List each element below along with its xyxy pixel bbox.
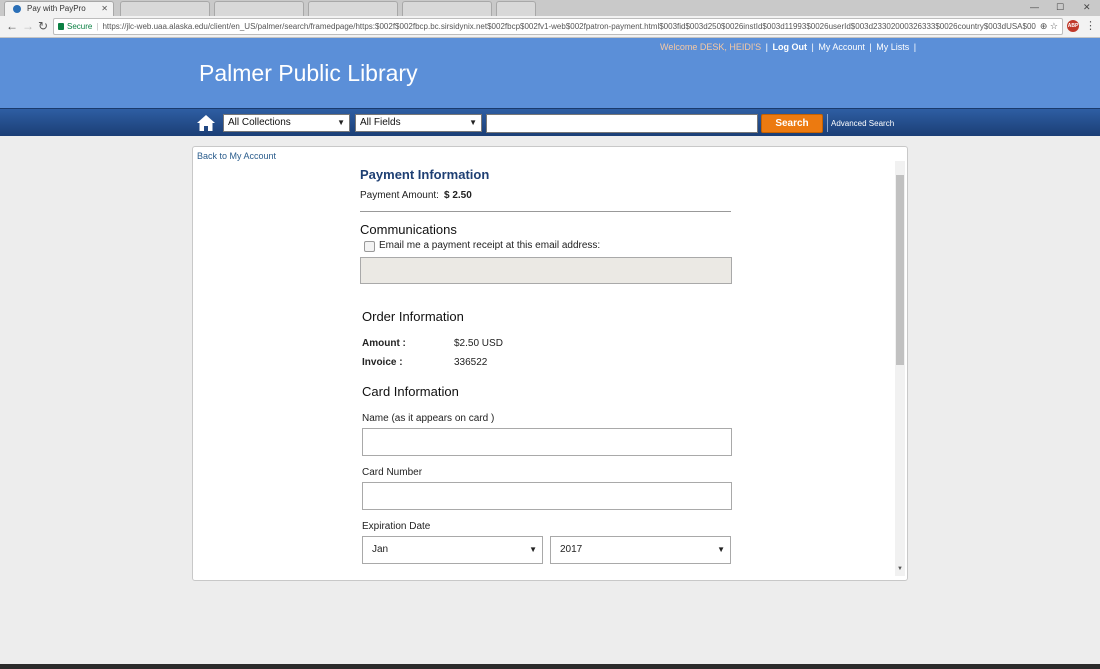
amount-value: $2.50 USD [454, 338, 503, 349]
order-information-heading: Order Information [362, 309, 464, 324]
email-field[interactable] [360, 257, 732, 284]
field-select[interactable]: All Fields ▼ [355, 114, 482, 132]
email-receipt-label[interactable]: Email me a payment receipt at this email… [379, 240, 600, 251]
user-links: Welcome DESK, HEIDI'S | Log Out | My Acc… [660, 42, 918, 52]
card-information-heading: Card Information [362, 384, 459, 399]
chevron-down-icon: ▼ [529, 545, 537, 554]
browser-tab[interactable] [308, 1, 398, 16]
browser-tab[interactable] [402, 1, 492, 16]
lock-icon [58, 23, 64, 30]
maximize-icon[interactable]: ☐ [1056, 0, 1064, 14]
my-account-link[interactable]: My Account [818, 42, 865, 52]
email-receipt-checkbox[interactable] [364, 241, 375, 252]
window-close-icon[interactable]: ✕ [1083, 0, 1091, 14]
expiration-year-value: 2017 [560, 544, 583, 555]
scrollbar[interactable] [895, 161, 905, 576]
scrollbar-thumb[interactable] [896, 175, 904, 365]
back-to-account-link[interactable]: Back to My Account [197, 151, 276, 161]
globe-icon [13, 5, 21, 13]
collection-select[interactable]: All Collections ▼ [223, 114, 350, 132]
payment-amount-label: Payment Amount: [360, 190, 439, 201]
payment-information-heading: Payment Information [360, 167, 490, 182]
chevron-down-icon: ▼ [717, 545, 725, 554]
scroll-down-arrow-icon[interactable]: ▼ [895, 566, 905, 572]
expiration-month-value: Jan [372, 544, 389, 555]
invoice-value: 336522 [454, 357, 488, 368]
url-text: https://jlc-web.uaa.alaska.edu/client/en… [102, 22, 1036, 31]
cardholder-name-field[interactable] [362, 428, 732, 456]
browser-tab[interactable] [214, 1, 304, 16]
advanced-search-link[interactable]: Advanced Search [831, 119, 894, 128]
divider [360, 211, 731, 212]
chevron-down-icon: ▼ [469, 118, 477, 127]
expiration-year-select[interactable]: 2017 ▼ [550, 536, 731, 564]
logout-link[interactable]: Log Out [772, 42, 807, 52]
url-separator: | [96, 22, 99, 31]
welcome-text: Welcome DESK, HEIDI'S [660, 42, 762, 52]
home-icon[interactable] [196, 114, 216, 132]
cardholder-name-label: Name (as it appears on card ) [362, 413, 495, 424]
browser-tabstrip: Pay with PayPro ✕ — ☐ ✕ [0, 0, 1100, 16]
zoom-star-icons[interactable]: ⊕ ☆ [1040, 19, 1058, 34]
taskbar [0, 664, 1100, 669]
expiration-month-select[interactable]: Jan ▼ [362, 536, 543, 564]
browser-tab[interactable] [120, 1, 210, 16]
forward-arrow-icon[interactable]: → [22, 19, 34, 33]
field-select-value: All Fields [360, 117, 401, 128]
expiration-date-label: Expiration Date [362, 521, 431, 532]
divider [827, 114, 828, 132]
payment-frame: Back to My Account Payment Information P… [192, 146, 908, 581]
card-number-field[interactable] [362, 482, 732, 510]
chevron-down-icon: ▼ [337, 118, 345, 127]
communications-heading: Communications [360, 222, 457, 237]
minimize-icon[interactable]: — [1030, 0, 1039, 14]
adblock-extension-icon[interactable]: ABP [1067, 20, 1079, 32]
kebab-menu-icon[interactable]: ⋮ [1085, 19, 1096, 32]
my-lists-link[interactable]: My Lists [876, 42, 909, 52]
search-bar: All Collections ▼ All Fields ▼ Search Ad… [0, 108, 1100, 136]
divider: | [869, 42, 872, 52]
browser-toolbar: ← → ↻ Secure | https://jlc-web.uaa.alaska.… [0, 16, 1100, 38]
search-input[interactable] [486, 114, 758, 133]
collection-select-value: All Collections [228, 117, 291, 128]
secure-label: Secure [67, 22, 93, 31]
divider: | [913, 42, 917, 52]
site-header: Welcome DESK, HEIDI'S | Log Out | My Acc… [0, 38, 1100, 108]
address-bar[interactable]: Secure | https://jlc-web.uaa.alaska.edu/cl… [53, 18, 1063, 35]
payment-amount-value: $ 2.50 [444, 190, 472, 201]
search-button[interactable]: Search [761, 114, 823, 133]
divider: | [811, 42, 814, 52]
back-arrow-icon[interactable]: ← [6, 19, 18, 33]
close-icon[interactable]: ✕ [101, 2, 108, 16]
amount-label: Amount : [362, 338, 406, 349]
invoice-label: Invoice : [362, 357, 403, 368]
divider: | [765, 42, 768, 52]
browser-tab[interactable] [496, 1, 536, 16]
browser-tab-active[interactable]: Pay with PayPro ✕ [4, 1, 114, 16]
library-title[interactable]: Palmer Public Library [199, 60, 418, 87]
tab-title: Pay with PayPro [27, 4, 86, 13]
reload-icon[interactable]: ↻ [38, 19, 48, 33]
card-number-label: Card Number [362, 467, 423, 478]
